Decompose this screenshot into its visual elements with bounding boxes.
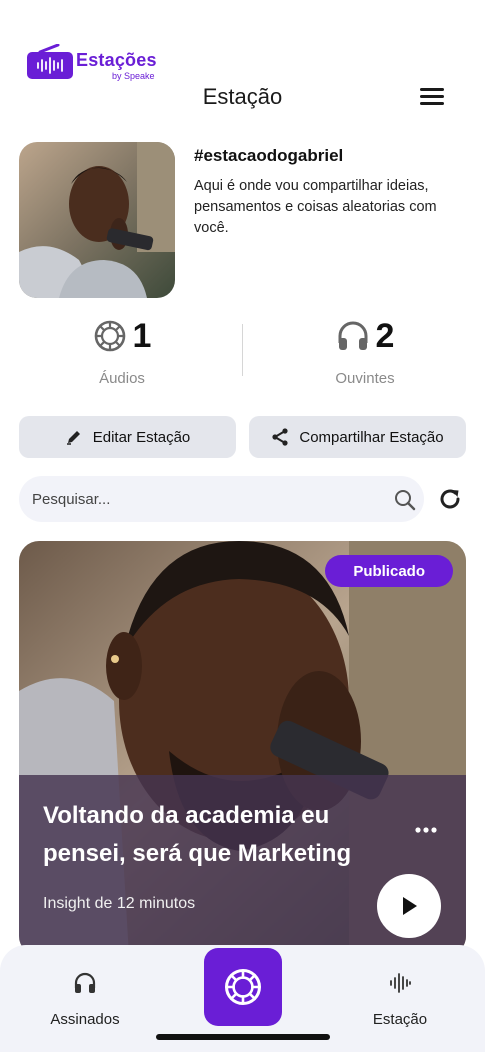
station-name: #estacaodogabriel — [194, 146, 344, 165]
disc-icon — [94, 320, 125, 352]
waveform-icon — [390, 973, 411, 993]
stat-audios-value: 1 — [132, 316, 152, 355]
stats-divider — [242, 324, 243, 376]
nav-item-estacao-label: Estação — [372, 1011, 428, 1028]
episode-subtitle: Insight de 12 minutos — [43, 895, 196, 912]
search-bar — [19, 476, 424, 522]
logo-byline: by Speake — [112, 71, 155, 81]
status-badge: Publicado — [325, 555, 453, 587]
disc-icon — [225, 969, 261, 1005]
edit-station-button[interactable]: Editar Estação — [19, 416, 236, 458]
share-station-label: Compartilhar Estação — [299, 428, 444, 446]
episode-title: Voltando da academia eu pensei, será que… — [43, 802, 352, 867]
headphones-icon — [338, 321, 368, 350]
share-station-button[interactable]: Compartilhar Estação — [249, 416, 466, 458]
nav-item-assinados-label: Assinados — [50, 1011, 120, 1028]
pencil-icon — [66, 431, 80, 445]
page-title: Estação — [202, 84, 283, 109]
home-indicator — [156, 1034, 330, 1040]
stat-listeners-label: Ouvintes — [335, 370, 395, 387]
stat-audios-label: Áudios — [99, 370, 145, 387]
nav-item-assinados[interactable]: Assinados — [25, 969, 145, 1028]
search-input[interactable] — [32, 488, 362, 510]
nav-item-estacao[interactable]: Estação — [340, 969, 460, 1028]
stat-listeners: 2 Ouvintes — [270, 316, 460, 388]
menu-button[interactable] — [420, 86, 446, 108]
app-logo: Estações by Speake — [26, 38, 166, 84]
logo-brand: Estações — [76, 50, 157, 70]
play-button[interactable] — [377, 874, 441, 938]
search-icon[interactable] — [393, 488, 417, 512]
record-button[interactable] — [204, 948, 282, 1026]
station-description: Aqui é onde vou compartilhar ideias, pen… — [194, 178, 437, 236]
share-icon — [272, 428, 288, 446]
refresh-icon[interactable] — [437, 486, 463, 512]
headphones-icon — [74, 972, 96, 993]
episode-card[interactable]: Publicado Voltando da academia eu pensei… — [19, 541, 466, 956]
play-icon — [403, 897, 417, 915]
station-photo — [19, 142, 175, 298]
stat-audios: 1 Áudios — [27, 316, 217, 387]
stat-listeners-value: 2 — [375, 316, 395, 355]
edit-station-label: Editar Estação — [92, 428, 191, 446]
radio-icon — [27, 44, 73, 79]
more-icon[interactable] — [415, 825, 437, 835]
